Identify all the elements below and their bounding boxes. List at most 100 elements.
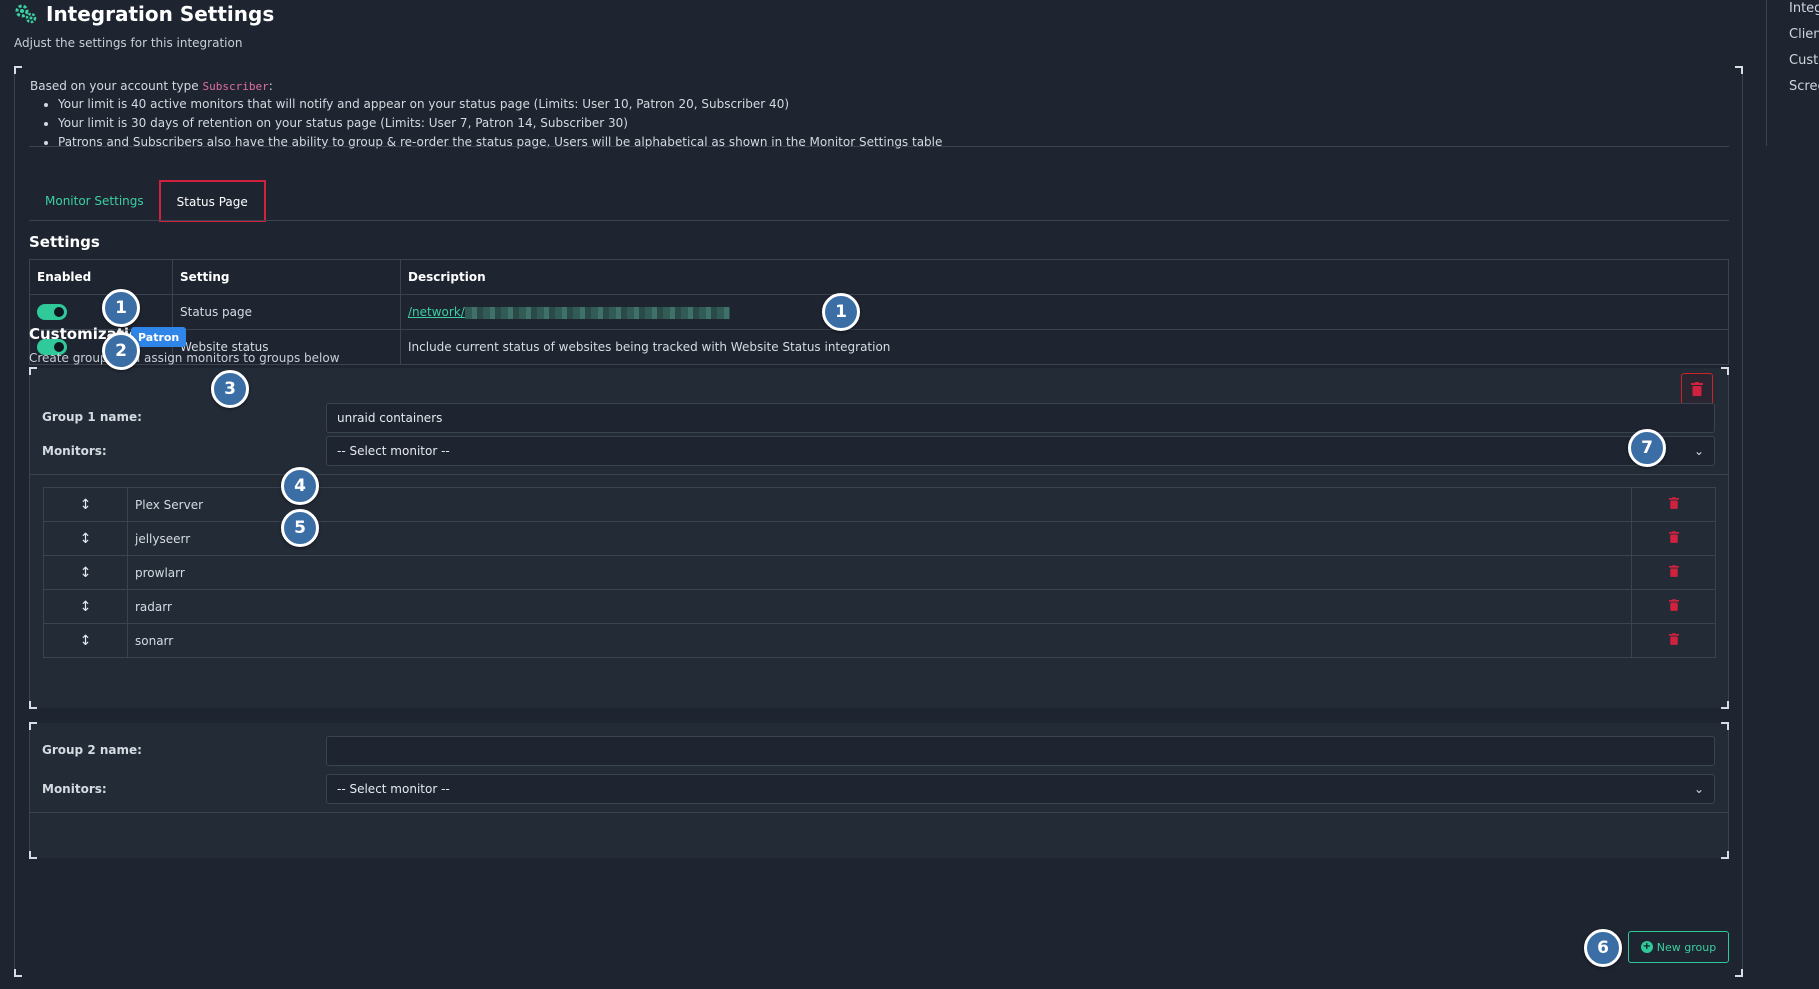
page-subtitle: Adjust the settings for this integration — [14, 36, 243, 50]
group-divider — [30, 812, 1728, 813]
monitor-name: jellyseerr — [127, 521, 1632, 556]
monitor-name: radarr — [127, 589, 1632, 624]
page-header: Integration Settings Adjust the settings… — [14, 2, 274, 50]
trash-icon — [1668, 531, 1679, 543]
corner-mark — [29, 701, 37, 709]
drag-handle-icon[interactable]: ↕ — [43, 521, 128, 556]
right-nav-item[interactable]: Scree — [1789, 78, 1819, 104]
limit-item: Your limit is 40 active monitors that wi… — [58, 95, 942, 114]
drag-handle-icon[interactable]: ↕ — [43, 555, 128, 590]
monitor-select[interactable]: -- Select monitor -- ⌄ — [326, 436, 1715, 466]
monitor-select[interactable]: -- Select monitor -- ⌄ — [326, 774, 1715, 804]
divider — [29, 146, 1729, 147]
callout-badge: 5 — [281, 509, 319, 547]
plus-circle-icon: + — [1640, 941, 1653, 953]
trash-icon — [1668, 565, 1679, 577]
corner-mark — [1735, 969, 1743, 977]
account-limits-info: Based on your account type Subscriber: Y… — [30, 79, 942, 152]
limits-list: Your limit is 40 active monitors that wi… — [30, 95, 942, 152]
chevron-down-icon: ⌄ — [1693, 782, 1704, 796]
corner-mark — [29, 367, 37, 375]
monitor-name: prowlarr — [127, 555, 1632, 590]
settings-heading: Settings — [29, 233, 100, 251]
corner-mark — [1721, 722, 1729, 730]
select-placeholder: -- Select monitor -- — [337, 782, 450, 796]
trash-icon — [1668, 599, 1679, 611]
table-row: ↕ radarr — [43, 589, 1716, 624]
callout-badge: 3 — [211, 370, 249, 408]
setting-description: Include current status of websites being… — [400, 329, 1729, 365]
drag-handle-icon[interactable]: ↕ — [43, 487, 128, 522]
table-row: ↕ prowlarr — [43, 555, 1716, 590]
right-nav-item[interactable]: Integ — [1789, 0, 1819, 26]
remove-monitor-button[interactable] — [1631, 521, 1716, 556]
tab-underline — [29, 220, 1729, 221]
info-intro: Based on your account type — [30, 79, 199, 93]
corner-mark — [1721, 367, 1729, 375]
group-name-input[interactable]: unraid containers — [326, 403, 1715, 433]
corner-mark — [29, 722, 37, 730]
tab-status-page[interactable]: Status Page — [158, 180, 266, 222]
info-colon: : — [268, 79, 273, 93]
settings-table: Enabled Setting Description Status page … — [29, 259, 1729, 365]
right-nav-item[interactable]: Custo — [1789, 52, 1819, 78]
group-name-input[interactable] — [326, 736, 1715, 766]
chevron-down-icon: ⌄ — [1693, 444, 1704, 458]
drag-handle-icon[interactable]: ↕ — [43, 589, 128, 624]
group-2-box: Group 2 name: Monitors: -- Select monito… — [29, 722, 1729, 859]
corner-mark — [14, 66, 22, 74]
column-header-setting: Setting — [172, 259, 401, 295]
limit-item: Your limit is 30 days of retention on yo… — [58, 114, 942, 133]
callout-badge: 1 — [822, 293, 860, 331]
remove-monitor-button[interactable] — [1631, 623, 1716, 658]
table-row: ↕ sonarr — [43, 623, 1716, 658]
page-title: Integration Settings — [46, 2, 275, 26]
remove-monitor-button[interactable] — [1631, 487, 1716, 522]
remove-monitor-button[interactable] — [1631, 555, 1716, 590]
monitors-label: Monitors: — [42, 782, 107, 796]
new-group-label: New group — [1656, 940, 1717, 954]
redacted-url — [464, 306, 730, 319]
main-panel: Based on your account type Subscriber: Y… — [14, 66, 1743, 977]
corner-mark — [1735, 66, 1743, 74]
corner-mark — [14, 969, 22, 977]
title-row: Integration Settings — [14, 2, 274, 26]
corner-mark — [1721, 701, 1729, 709]
trash-icon — [1668, 497, 1679, 509]
integration-settings-page: Integration Settings Adjust the settings… — [0, 0, 1819, 989]
status-page-link[interactable]: /network/ — [408, 305, 730, 319]
callout-badge: 7 — [1628, 429, 1666, 467]
monitor-name: Plex Server — [127, 487, 1632, 522]
callout-badge: 2 — [102, 332, 140, 370]
trash-icon — [1691, 382, 1703, 396]
corner-mark — [1721, 851, 1729, 859]
status-page-toggle[interactable] — [37, 304, 67, 320]
gears-icon — [15, 4, 37, 24]
drag-handle-icon[interactable]: ↕ — [43, 623, 128, 658]
limit-item: Patrons and Subscribers also have the ab… — [58, 133, 942, 152]
status-page-link-text: /network/ — [408, 305, 465, 319]
remove-monitor-button[interactable] — [1631, 589, 1716, 624]
trash-icon — [1668, 633, 1679, 645]
corner-mark — [29, 851, 37, 859]
description-cell: /network/ — [400, 294, 1729, 330]
setting-name: Status page — [172, 294, 401, 330]
select-placeholder: -- Select monitor -- — [337, 444, 450, 458]
tab-bar: Monitor Settings Status Page — [29, 180, 266, 222]
callout-badge: 1 — [102, 289, 140, 327]
monitors-label: Monitors: — [42, 444, 107, 458]
group-name-label: Group 1 name: — [42, 410, 142, 424]
column-header-enabled: Enabled — [29, 259, 173, 295]
right-side-nav: Integ Clien Custo Scree — [1766, 0, 1819, 146]
account-type: Subscriber — [202, 80, 269, 93]
delete-group-button[interactable] — [1681, 373, 1713, 405]
callout-badge: 4 — [281, 467, 319, 505]
column-header-description: Description — [400, 259, 1729, 295]
table-header-row: Enabled Setting Description — [29, 259, 1729, 295]
right-nav-item[interactable]: Clien — [1789, 26, 1819, 52]
patron-badge: Patron — [131, 327, 187, 347]
tab-monitor-settings[interactable]: Monitor Settings — [29, 181, 160, 221]
group-name-label: Group 2 name: — [42, 743, 142, 757]
new-group-button[interactable]: + New group — [1628, 931, 1729, 963]
callout-badge: 6 — [1584, 929, 1622, 967]
